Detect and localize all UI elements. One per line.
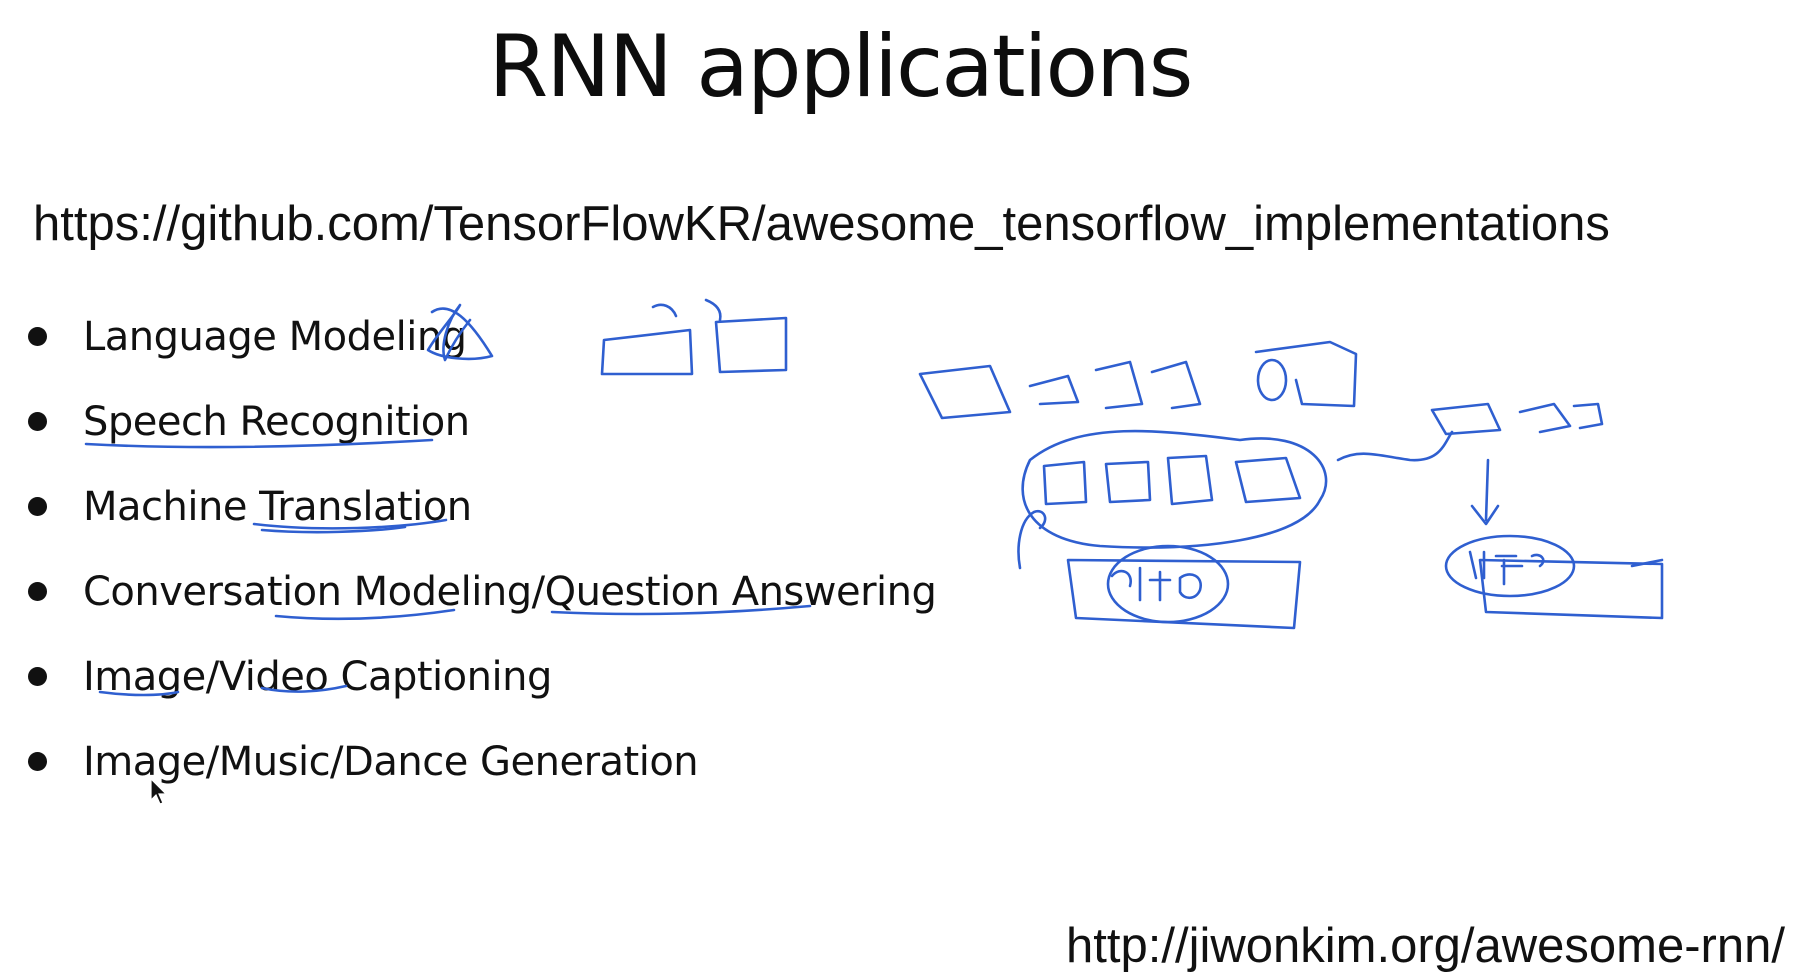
mouse-pointer-icon [150,778,168,805]
sketch-box [1254,340,1358,408]
sketch-box [1478,558,1664,620]
sketch-arrow [1470,458,1500,526]
bullet-icon [28,327,47,346]
sketch-box [1104,460,1152,504]
bullet-icon [28,582,47,601]
bullet-text: Image/Music/Dance Generation [83,738,699,785]
sketch-box [1572,402,1604,430]
sketch-box [1094,360,1144,410]
bullet-icon [28,412,47,431]
list-item: Conversation Modeling/Question Answering [28,549,937,634]
bullet-text: Language Modeling [83,313,467,360]
sketch-box [1518,402,1572,434]
list-item: Speech Recognition [28,379,936,464]
bullet-icon [28,667,47,686]
sketch-loop [1021,429,1328,549]
sketch-box [1028,374,1080,406]
bullet-icon [28,752,47,771]
footer-link[interactable]: http://jiwonkim.org/awesome-rnn/ [1066,918,1785,974]
slide: RNN applications https://github.com/Tens… [0,0,1793,980]
sketch-arrow [1336,430,1454,462]
bullet-text: Conversation Modeling/Question Answering [83,568,937,615]
sketch-glyph [1110,566,1202,602]
sketch-circle [1444,534,1576,598]
sketch-box [1234,456,1302,504]
bullet-text: Image/Video Captioning [83,653,552,700]
sketch-box [1430,402,1502,436]
list-item: Image/Video Captioning [28,634,936,719]
bullet-text: Machine Translation [83,483,472,530]
sketch-box [1166,454,1214,506]
sketch-tick [1630,558,1664,568]
sketch-circle [1256,358,1288,402]
sketch-glyph [1468,550,1545,586]
sketch-hook [1017,509,1047,570]
sketch-box [1150,360,1202,410]
sketch-box [1066,558,1302,630]
repo-link[interactable]: https://github.com/TensorFlowKR/awesome_… [33,196,1610,252]
slide-title: RNN applications [488,17,1194,117]
sketch-circle [1106,544,1230,624]
list-item: Language Modeling [28,294,936,379]
bullet-text: Speech Recognition [83,398,470,445]
bullet-icon [28,497,47,516]
list-item: Machine Translation [28,464,936,549]
sketch-box [1042,460,1088,506]
bullet-list: Language Modeling Speech Recognition Mac… [28,294,937,804]
